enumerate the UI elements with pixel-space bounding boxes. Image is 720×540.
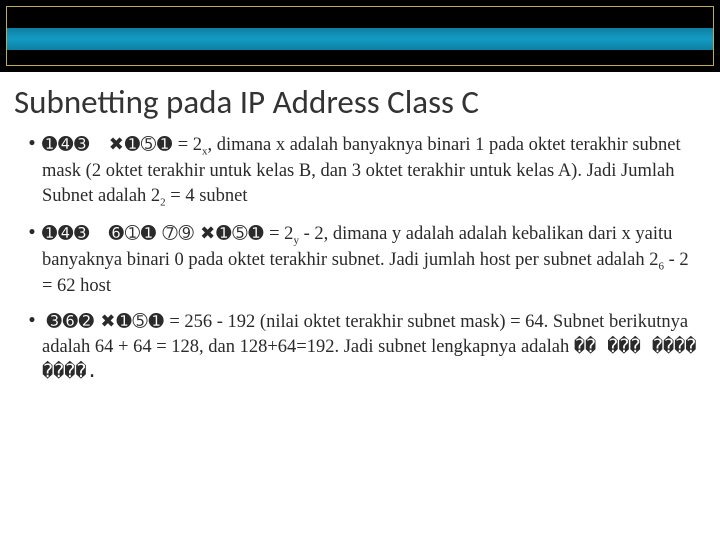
text-run: = 4 subnet xyxy=(166,186,248,206)
bullet-3: • ➌➏➋ ✖➊➄➊ = 256 - 192 (nilai oktet tera… xyxy=(22,309,698,384)
page-title: Subnetting pada IP Address Class C xyxy=(14,82,706,122)
wingding-text: ➊➍➌ xyxy=(42,134,90,154)
text-run: = 2 xyxy=(173,135,202,155)
bullet-text: ➊➍➌ ➏➀➊ ➆➈ ✖➊➄➊ = 2y - 2, dimana y adala… xyxy=(42,221,698,300)
text-run: = 2 xyxy=(265,224,294,244)
header-stripe xyxy=(7,28,713,50)
bullet-2: • ➊➍➌ ➏➀➊ ➆➈ ✖➊➄➊ = 2y - 2, dimana y ada… xyxy=(22,221,698,300)
bullet-dot: • xyxy=(22,309,42,384)
bullet-dot: • xyxy=(22,132,42,211)
bullet-1: • ➊➍➌ ✖➊➄➊ = 2x, dimana x adalah banyakn… xyxy=(22,132,698,211)
wingding-text: ✖➊➄➊ xyxy=(109,134,173,154)
bullet-text: ➌➏➋ ✖➊➄➊ = 256 - 192 (nilai oktet terakh… xyxy=(42,309,698,384)
wingding-text: ➊➍➌ xyxy=(42,223,90,243)
body-content: • ➊➍➌ ✖➊➄➊ = 2x, dimana x adalah banyakn… xyxy=(0,132,720,385)
wingding-text: ➌➏➋ ✖➊➄➊ xyxy=(47,311,165,331)
bullet-dot: • xyxy=(22,221,42,300)
bullet-text: ➊➍➌ ✖➊➄➊ = 2x, dimana x adalah banyaknya… xyxy=(42,132,698,211)
header-band xyxy=(0,0,720,72)
wingding-text: ➏➀➊ ➆➈ ✖➊➄➊ xyxy=(109,223,265,243)
